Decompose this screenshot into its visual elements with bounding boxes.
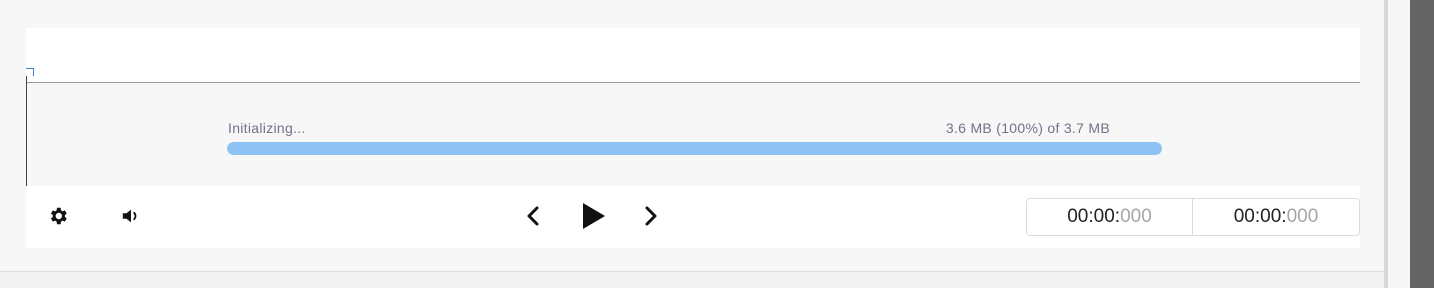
chevron-right-icon[interactable] bbox=[640, 202, 662, 230]
waveform-track[interactable] bbox=[26, 28, 1360, 82]
start-time-ms: 000 bbox=[1120, 206, 1152, 227]
end-time-ms: 000 bbox=[1286, 206, 1319, 227]
gutter bbox=[1388, 0, 1410, 288]
loading-progress-bar bbox=[227, 142, 1162, 155]
audio-editor-panel: Initializing... 3.6 MB (100%) of 3.7 MB bbox=[0, 0, 1384, 288]
play-icon[interactable] bbox=[576, 200, 610, 232]
panel-footer bbox=[0, 272, 1384, 288]
waveform-area[interactable] bbox=[26, 28, 1360, 186]
end-time-main: 00:00: bbox=[1233, 206, 1287, 227]
waveform-baseline bbox=[26, 82, 1360, 83]
playhead-line[interactable] bbox=[26, 72, 27, 186]
chevron-left-icon[interactable] bbox=[522, 202, 544, 230]
gear-icon[interactable] bbox=[46, 204, 70, 228]
loading-progress-fill bbox=[227, 142, 1162, 155]
scrollbar[interactable] bbox=[1410, 0, 1434, 288]
loading-status-text: Initializing... bbox=[228, 120, 306, 136]
playback-controls: 00:00: 000 00:00: 000 bbox=[26, 186, 1360, 248]
start-time-main: 00:00: bbox=[1067, 206, 1121, 227]
start-time-field[interactable]: 00:00: 000 bbox=[1026, 198, 1193, 236]
volume-icon[interactable] bbox=[118, 204, 144, 228]
loading-size-text: 3.6 MB (100%) of 3.7 MB bbox=[945, 120, 1110, 136]
end-time-field[interactable]: 00:00: 000 bbox=[1192, 198, 1360, 236]
playhead-handle[interactable] bbox=[26, 68, 34, 76]
